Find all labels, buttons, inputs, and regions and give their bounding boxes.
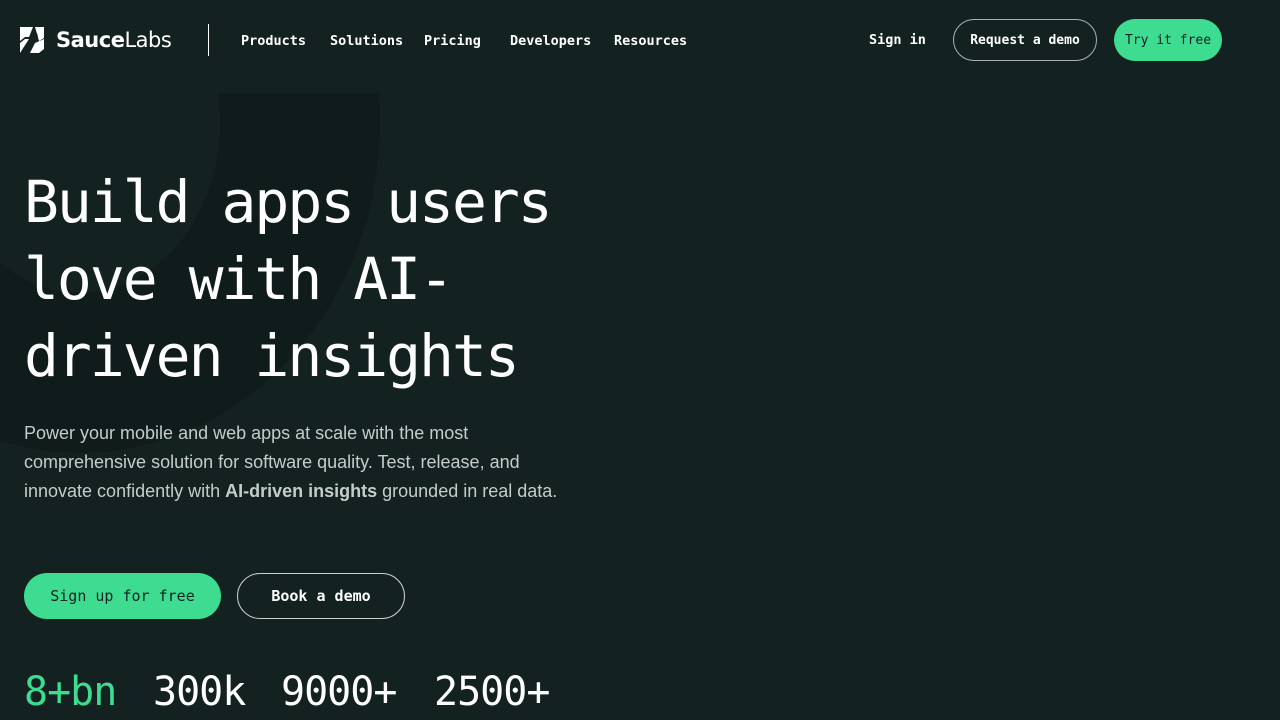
page: SauceLabs Products Solutions Pricing Dev… <box>0 0 1280 720</box>
header-divider <box>208 24 209 56</box>
saucelabs-logo-icon <box>20 27 44 53</box>
nav-item-developers[interactable]: Developers <box>510 30 591 52</box>
nav-item-solutions[interactable]: Solutions <box>330 30 403 52</box>
site-header: SauceLabs Products Solutions Pricing Dev… <box>0 0 1280 80</box>
nav-item-pricing[interactable]: Pricing <box>424 30 481 52</box>
hero-title: Build apps users love with AI-driven ins… <box>24 168 553 390</box>
hero-subtitle-highlight: AI-driven insights <box>225 481 378 501</box>
sign-up-free-button[interactable]: Sign up for free <box>24 573 221 619</box>
request-demo-button[interactable]: Request a demo <box>953 19 1097 61</box>
stat-value: 8+bn <box>24 669 117 715</box>
stat-value: 2500+ <box>434 669 550 715</box>
hero-subtitle: Power your mobile and web apps at scale … <box>24 419 584 506</box>
saucelabs-logo[interactable]: SauceLabs <box>16 24 172 56</box>
logo-text: SauceLabs <box>56 28 172 52</box>
nav-item-products[interactable]: Products <box>241 30 306 52</box>
nav-item-resources[interactable]: Resources <box>614 30 687 52</box>
try-free-button[interactable]: Try it free <box>1114 19 1222 61</box>
hero-subtitle-text-end: grounded in real data. <box>377 481 558 501</box>
sign-in-link[interactable]: Sign in <box>869 30 926 50</box>
stat-value: 9000+ <box>281 669 397 715</box>
stat-value: 300k <box>153 669 246 715</box>
book-demo-button[interactable]: Book a demo <box>237 573 405 619</box>
